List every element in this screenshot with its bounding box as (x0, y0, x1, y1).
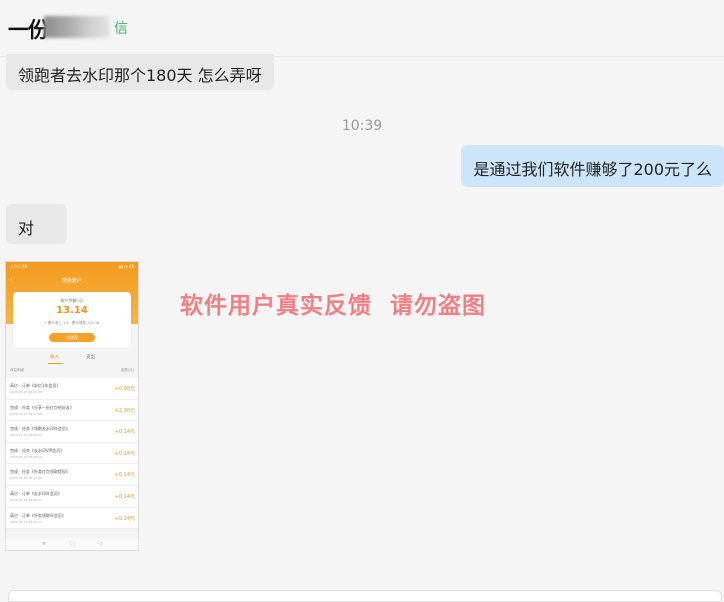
row-date: 2023-07-16 18:47:40 (10, 476, 42, 481)
withdraw-button: 去提现 (49, 333, 95, 342)
row-date: 2023-07-17 08:12:28 (10, 390, 42, 394)
row-amount: +0.14元 (114, 450, 135, 457)
row-amount: +2.30元 (114, 407, 135, 414)
balance-stats: • 累计收入 1.6 · 累计提现 204.16 (44, 321, 100, 325)
chat-title[interactable]: 一份 (8, 14, 49, 44)
screenshot-bottom-nav: ≡ □ ◁ (6, 538, 138, 550)
message-bubble-incoming[interactable]: 领跑者去水印那个180天 怎么弄呀 (6, 54, 274, 90)
row-amount: +0.00元 (114, 386, 135, 392)
balance-label: 账户余额(元) (60, 298, 84, 303)
list-item: 完成 · 任务《外卖红包领取提现》 2023-07-16 18:47:40 +0… (6, 464, 138, 486)
list-item: 高亿 · 订单《去水印年会员》 2023-07-17 08:06:17 +0.1… (6, 485, 138, 508)
back-icon: ◁ (98, 541, 102, 547)
message-timestamp: 10:39 (341, 118, 383, 134)
list-item: 完成 · 任务《去水印VIP会员》 2023-07-17 08:08:14 +0… (6, 442, 138, 465)
row-title: 高亿 · 订单《去水印年会员》 (10, 490, 62, 496)
screenshot-tabs: 收入 支出 (6, 352, 138, 364)
tab-income: 收入 (50, 355, 59, 360)
row-amount: +0.14元 (114, 472, 135, 479)
message-bubble-outgoing[interactable]: 是通过我们软件赚够了200元了么 (461, 145, 724, 187)
list-item: 高亿 · 订单《米忆1年会员》 2023-07-17 08:12:28 +0.0… (6, 378, 138, 400)
screenshot-list-header: 收益明细 金额(元) (6, 368, 138, 376)
row-title: 完成 · 任务《去水印VIP会员》 (10, 447, 65, 453)
screenshot-status-time: 上午1:58 (10, 264, 27, 269)
list-header-right: 金额(元) (120, 368, 134, 372)
balance-amount: 13.14 (56, 305, 88, 316)
menu-icon: ≡ (42, 541, 47, 547)
list-item: 完成 · 外卖《分享一份红包给好友》 2023-07-17 08:12:58 +… (6, 399, 138, 422)
screenshot-nav-title: 现金账户 (61, 278, 82, 284)
chat-header: 一份 信 (0, 0, 724, 57)
home-icon: □ (70, 541, 75, 547)
row-title: 高亿 · 订单《外卖领取年会员》 (10, 512, 66, 518)
row-amount: +0.14元 (114, 429, 135, 436)
row-date: 2023-07-17 08:05:17 (10, 519, 42, 524)
screenshot-transaction-list: 高亿 · 订单《米忆1年会员》 2023-07-17 08:12:28 +0.0… (6, 378, 138, 530)
row-amount: +0.14元 (114, 493, 135, 500)
message-image-screenshot[interactable]: 上午1:58 ▮▮ ◔ 49 ‹ 现金账户 账户余额(元) 13.14 • 累计… (5, 261, 139, 551)
watermark-text: 软件用户真实反馈 请勿盗图 (180, 293, 487, 319)
tab-withdraw: 支出 (86, 355, 95, 360)
row-date: 2023-07-17 08:12:58 (10, 411, 42, 416)
row-title: 完成 · 任务《领跑去水印年会员》 (10, 426, 70, 432)
list-header-left: 收益明细 (10, 368, 24, 372)
redacted-name-blur (44, 16, 110, 38)
message-input-area[interactable] (8, 590, 722, 602)
row-date: 2023-07-17 08:09:27 (10, 433, 42, 438)
row-date: 2023-07-17 08:08:14 (10, 454, 42, 459)
list-item: 完成 · 任务《领跑去水印年会员》 2023-07-17 08:09:27 +0… (6, 421, 138, 443)
row-date: 2023-07-17 08:06:17 (10, 497, 42, 502)
row-amount: +0.14元 (114, 515, 135, 522)
chat-title-suffix: 信 (114, 21, 128, 37)
screenshot-balance-card: 账户余额(元) 13.14 • 累计收入 1.6 · 累计提现 204.16 去… (13, 292, 131, 348)
screenshot-status-icons: ▮▮ ◔ 49 (118, 264, 134, 269)
row-title: 完成 · 外卖《分享一份红包给好友》 (10, 404, 74, 410)
message-bubble-incoming[interactable]: 对 (6, 204, 67, 244)
tab-indicator (48, 363, 62, 364)
row-title: 高亿 · 订单《米忆1年会员》 (10, 383, 61, 388)
list-item: 高亿 · 订单《外卖领取年会员》 2023-07-17 08:05:17 +0.… (6, 507, 138, 530)
row-title: 完成 · 任务《外卖红包领取提现》 (10, 469, 70, 475)
